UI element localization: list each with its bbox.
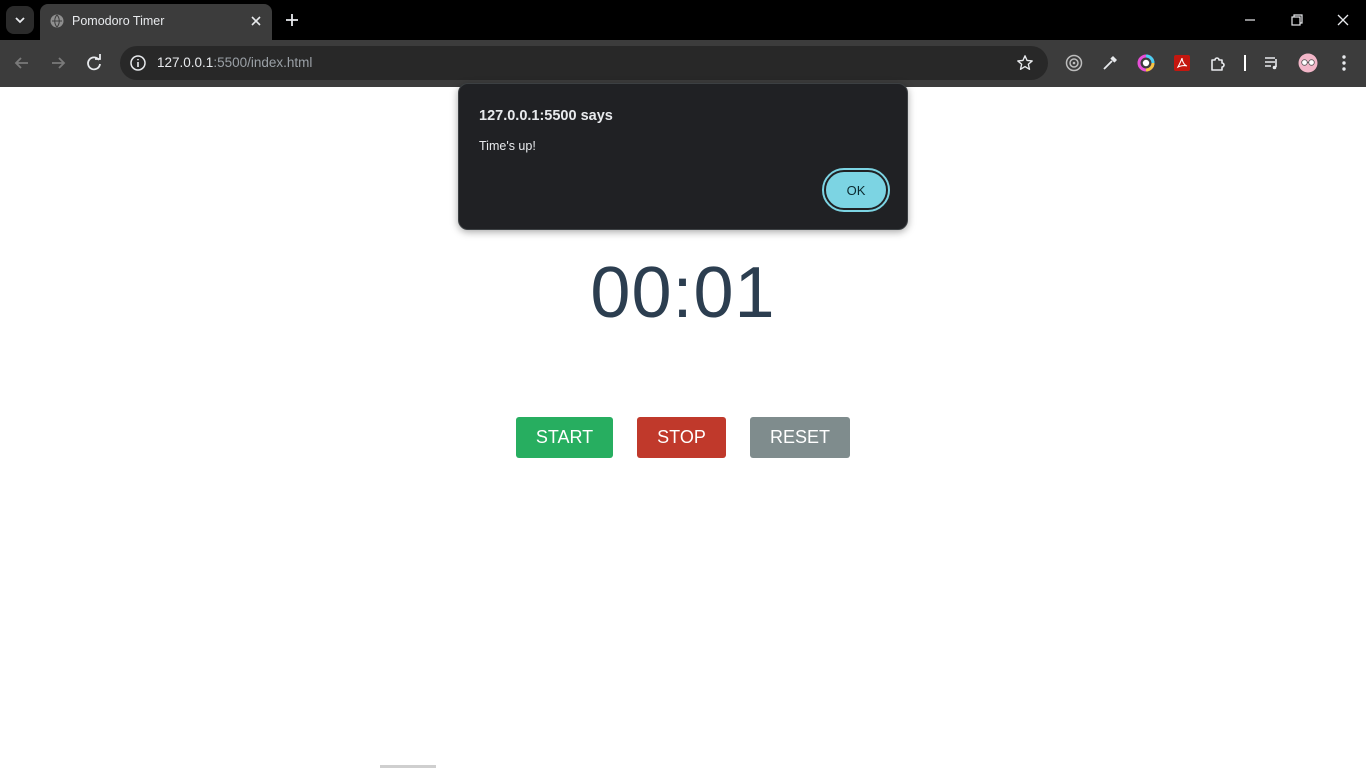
reset-button[interactable]: RESET: [750, 417, 850, 458]
url-host: 127.0.0.1: [157, 55, 214, 70]
arrow-left-icon[interactable]: [11, 52, 33, 74]
timer-display: 00:01: [590, 253, 776, 333]
profile-avatar-icon[interactable]: [1298, 53, 1318, 73]
address-bar[interactable]: 127.0.0.1:5500/index.html: [120, 46, 1048, 80]
pdf-icon[interactable]: [1172, 53, 1192, 73]
target-icon[interactable]: [1064, 53, 1084, 73]
toolbar-separator: [1244, 55, 1246, 71]
close-icon[interactable]: [248, 13, 264, 29]
browser-tab[interactable]: Pomodoro Timer: [40, 4, 272, 40]
arrow-right-icon[interactable]: [47, 52, 69, 74]
alert-dialog: 127.0.0.1:5500 says Time's up! OK: [458, 83, 908, 230]
dialog-title: 127.0.0.1:5500 says: [479, 108, 613, 124]
minimize-icon[interactable]: [1240, 10, 1260, 30]
media-queue-icon[interactable]: [1262, 53, 1282, 73]
puzzle-icon[interactable]: [1208, 53, 1228, 73]
url-path: :5500/index.html: [213, 55, 313, 70]
dialog-message: Time's up!: [479, 139, 536, 153]
eyedropper-icon[interactable]: [1100, 53, 1120, 73]
reload-icon[interactable]: [83, 52, 105, 74]
info-icon[interactable]: [128, 53, 148, 73]
more-vert-icon[interactable]: [1334, 53, 1354, 73]
color-wheel-icon[interactable]: [1136, 53, 1156, 73]
tab-search-button[interactable]: [6, 6, 34, 34]
url-text[interactable]: 127.0.0.1:5500/index.html: [157, 55, 312, 70]
chevron-down-icon: [15, 17, 25, 24]
ok-button[interactable]: OK: [822, 168, 890, 212]
globe-icon: [50, 14, 64, 28]
star-icon[interactable]: [1016, 54, 1034, 72]
browser-title-bar: Pomodoro Timer: [0, 0, 1366, 40]
restore-icon[interactable]: [1287, 10, 1307, 30]
plus-icon[interactable]: [282, 10, 302, 30]
tab-title: Pomodoro Timer: [72, 14, 165, 28]
window-close-icon[interactable]: [1333, 10, 1353, 30]
stop-button[interactable]: STOP: [637, 417, 726, 458]
start-button[interactable]: START: [516, 417, 613, 458]
browser-toolbar: 127.0.0.1:5500/index.html: [0, 40, 1366, 87]
